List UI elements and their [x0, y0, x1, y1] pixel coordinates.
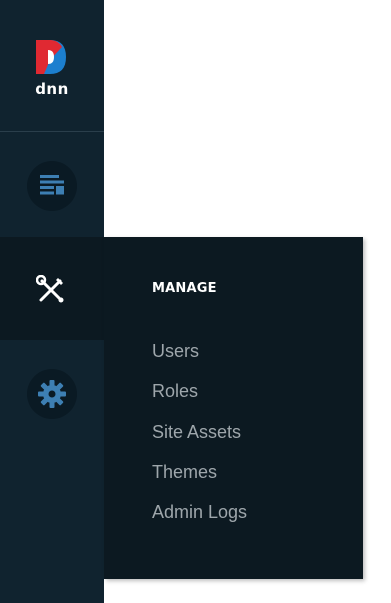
- persona-bar-sidebar: dnn: [0, 0, 104, 603]
- logo-text: dnn: [35, 80, 69, 98]
- content-nav-button[interactable]: [27, 161, 77, 211]
- manage-flyout-menu: MANAGE Users Roles Site Assets Themes Ad…: [104, 237, 363, 579]
- dnn-logo-icon: [36, 40, 66, 74]
- gear-icon: [38, 380, 66, 408]
- menu-item-site-assets[interactable]: Site Assets: [152, 422, 241, 443]
- flyout-title: MANAGE: [152, 281, 217, 296]
- content-layout-icon: [40, 175, 64, 195]
- menu-item-admin-logs[interactable]: Admin Logs: [152, 502, 247, 523]
- logo-area: dnn: [0, 0, 104, 132]
- manage-nav-button[interactable]: [0, 237, 104, 340]
- menu-item-roles[interactable]: Roles: [152, 381, 198, 402]
- menu-item-themes[interactable]: Themes: [152, 462, 217, 483]
- wrench-screwdriver-icon: [36, 275, 64, 303]
- settings-nav-button[interactable]: [27, 369, 77, 419]
- menu-item-users[interactable]: Users: [152, 341, 199, 362]
